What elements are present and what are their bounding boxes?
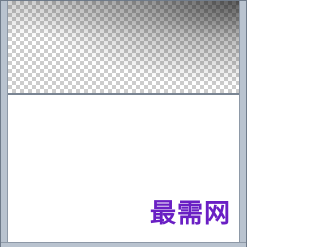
canvas-panel: 最需网 <box>7 1 240 242</box>
watermark-logo: 最需网 <box>149 199 231 229</box>
window-frame: 最需网 <box>0 0 247 247</box>
window-bottom-border <box>1 242 246 247</box>
transparency-checkerboard <box>8 1 239 93</box>
content-area: 最需网 <box>8 95 239 242</box>
